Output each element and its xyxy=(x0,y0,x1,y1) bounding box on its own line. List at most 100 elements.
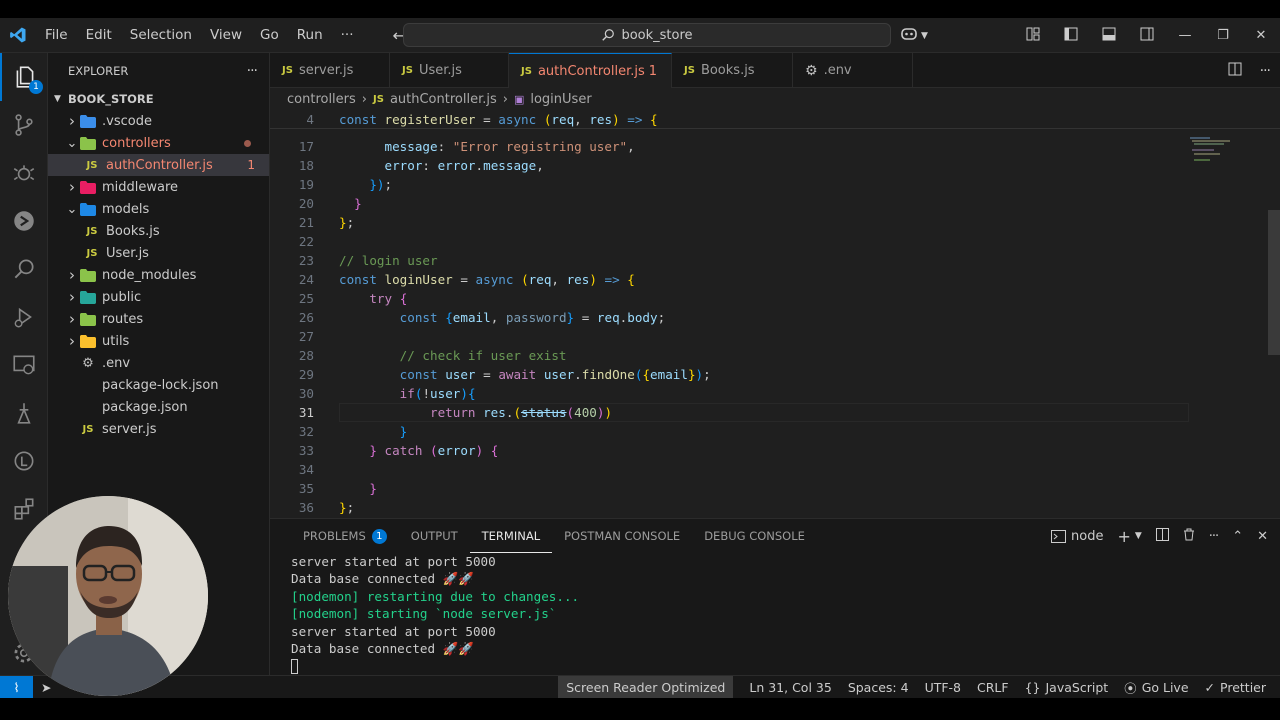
command-center-search[interactable]: book_store xyxy=(403,23,891,47)
close-window-icon[interactable]: ✕ xyxy=(1242,28,1280,43)
split-editor-icon[interactable] xyxy=(1228,62,1242,80)
tab-terminal[interactable]: TERMINAL xyxy=(469,519,553,553)
copilot-icon[interactable] xyxy=(900,26,918,46)
code-line: 32 } xyxy=(270,422,1190,441)
tab-books-js[interactable]: JS Books.js xyxy=(672,53,793,88)
menu-edit[interactable]: Edit xyxy=(77,27,121,43)
menu-more[interactable]: ··· xyxy=(332,27,363,43)
terminal-output[interactable]: server started at port 5000 Data base con… xyxy=(270,553,1280,675)
remote-explorer-activity[interactable] xyxy=(0,341,48,389)
tab-postman-console[interactable]: POSTMAN CONSOLE xyxy=(552,519,692,553)
run-debug-activity[interactable] xyxy=(0,149,48,197)
split-terminal-icon[interactable] xyxy=(1155,527,1169,545)
code-line: 24 const loginUser = async (req, res) => … xyxy=(270,270,1190,289)
line-number: 24 xyxy=(298,272,314,287)
testing-activity[interactable] xyxy=(0,389,48,437)
close-panel-icon[interactable]: ✕ xyxy=(1257,529,1268,544)
tab-authcontroller-js[interactable]: JS authController.js 1 xyxy=(509,53,672,88)
tree-folder[interactable]: › .vscode xyxy=(48,110,269,132)
explorer-more-icon[interactable]: ··· xyxy=(247,63,258,79)
menu-view[interactable]: View xyxy=(201,27,251,43)
tree-folder[interactable]: › utils xyxy=(48,330,269,352)
indentation[interactable]: Spaces: 4 xyxy=(840,676,917,699)
tab-problems[interactable]: PROBLEMS 1 xyxy=(291,519,399,553)
tree-file[interactable]: JS authController.js 1 xyxy=(48,154,269,176)
line-number: 17 xyxy=(298,139,314,154)
code-editor[interactable]: 16 res.status(500).json({ 4const registe… xyxy=(270,110,1280,518)
tab-server-js[interactable]: JS server.js xyxy=(270,53,390,88)
tree-folder[interactable]: › public xyxy=(48,286,269,308)
language-mode[interactable]: {} JavaScript xyxy=(1017,676,1117,699)
line-number: 22 xyxy=(298,234,314,249)
menu-go[interactable]: Go xyxy=(251,27,288,43)
tree-folder[interactable]: ⌄ controllers xyxy=(48,132,269,154)
terminal-shell[interactable]: node xyxy=(1051,529,1103,544)
js-file-icon: JS xyxy=(86,225,98,237)
tree-folder[interactable]: › middleware xyxy=(48,176,269,198)
tab-user-js[interactable]: JS User.js xyxy=(390,53,509,88)
go-live-button[interactable]: ⦿ Go Live xyxy=(1116,676,1196,699)
js-file-icon: JS xyxy=(82,423,94,435)
breadcrumb-folder[interactable]: controllers xyxy=(287,92,356,107)
encoding[interactable]: UTF-8 xyxy=(917,676,969,699)
tree-file[interactable]: package-lock.json xyxy=(48,374,269,396)
menu-run[interactable]: Run xyxy=(288,27,332,43)
code-line: 27 xyxy=(270,327,1190,346)
remote-indicator-icon[interactable]: ⌇ xyxy=(0,675,33,699)
controllers-folder-icon xyxy=(80,135,96,151)
explorer-activity[interactable]: 1 xyxy=(0,53,48,101)
screen-reader-status[interactable]: Screen Reader Optimized xyxy=(558,675,734,699)
toggle-panel-icon[interactable] xyxy=(1090,27,1128,45)
trash-icon[interactable] xyxy=(1183,528,1195,545)
line-ending[interactable]: CRLF xyxy=(969,676,1017,699)
tab-debug-console[interactable]: DEBUG CONSOLE xyxy=(692,519,817,553)
project-root[interactable]: ▼ BOOK_STORE xyxy=(48,88,269,110)
tree-folder[interactable]: › node_modules xyxy=(48,264,269,286)
tree-file[interactable]: ⚙ .env xyxy=(48,352,269,374)
tree-file[interactable]: package.json xyxy=(48,396,269,418)
editor-more-icon[interactable]: ··· xyxy=(1260,63,1271,79)
restore-icon[interactable]: ❐ xyxy=(1204,28,1242,43)
tree-item-label: .env xyxy=(102,355,131,371)
maximize-panel-icon[interactable]: ⌃ xyxy=(1232,529,1243,544)
line-number: 27 xyxy=(298,329,314,344)
new-terminal-icon[interactable]: + xyxy=(1117,527,1130,546)
breadcrumb-file[interactable]: authController.js xyxy=(390,92,497,107)
tree-folder[interactable]: › routes xyxy=(48,308,269,330)
copilot-chevron-icon[interactable]: ▼ xyxy=(921,31,928,41)
tab-debug-label: DEBUG CONSOLE xyxy=(704,529,805,543)
editor-scrollbar[interactable] xyxy=(1268,210,1280,355)
tree-file[interactable]: JS Books.js xyxy=(48,220,269,242)
toggle-sidebar-icon[interactable] xyxy=(1052,27,1090,45)
go-live-label: Go Live xyxy=(1141,679,1189,695)
search-activity[interactable] xyxy=(0,245,48,293)
terminal-dropdown-icon[interactable]: ▼ xyxy=(1135,531,1142,541)
tab-label: .env xyxy=(823,63,852,78)
letterbox-bottom xyxy=(0,698,1280,720)
debug-console-activity[interactable] xyxy=(0,293,48,341)
tab-terminal-label: TERMINAL xyxy=(481,528,541,543)
cursor-position[interactable]: Ln 31, Col 35 xyxy=(741,676,839,699)
tab--env[interactable]: ⚙ .env xyxy=(793,53,913,88)
prettier-status[interactable]: ✓ Prettier xyxy=(1197,676,1280,699)
customize-layout-icon[interactable] xyxy=(1014,27,1052,45)
code-line: 19 }); xyxy=(270,175,1190,194)
source-control-activity[interactable] xyxy=(0,101,48,149)
timeline-activity[interactable] xyxy=(0,437,48,485)
minimize-icon[interactable]: — xyxy=(1166,28,1204,43)
toggle-secondary-sidebar-icon[interactable] xyxy=(1128,27,1166,45)
js-file-icon: JS xyxy=(373,93,384,105)
menu-file[interactable]: File xyxy=(36,27,77,43)
breadcrumb-symbol[interactable]: loginUser xyxy=(530,92,591,107)
tree-file[interactable]: JS User.js xyxy=(48,242,269,264)
line-number: 28 xyxy=(298,348,314,363)
panel-more-icon[interactable]: ··· xyxy=(1209,529,1219,544)
tab-output[interactable]: OUTPUT xyxy=(399,519,470,553)
menu-selection[interactable]: Selection xyxy=(121,27,201,43)
explorer-badge: 1 xyxy=(29,80,43,94)
code-line: 35 } xyxy=(270,479,1190,498)
tree-file[interactable]: JS server.js xyxy=(48,418,269,440)
status-bar: ⌇ ➤ Screen Reader Optimized Ln 31, Col 3… xyxy=(0,675,1280,699)
tree-folder[interactable]: ⌄ models xyxy=(48,198,269,220)
gitlens-activity[interactable] xyxy=(0,197,48,245)
